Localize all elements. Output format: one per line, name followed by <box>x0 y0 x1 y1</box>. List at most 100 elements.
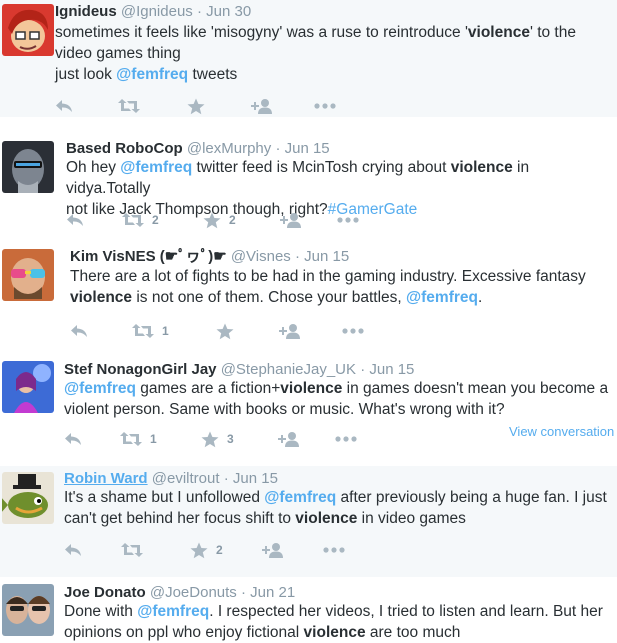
retweet-icon <box>121 542 143 558</box>
keyword-violence: violence <box>70 289 133 306</box>
retweet-button[interactable] <box>121 541 143 559</box>
reply-button[interactable] <box>66 211 84 229</box>
reply-button[interactable] <box>64 541 82 559</box>
tweet-joe-donato: Joe Donato @JoeDonuts · Jun 21 Done with… <box>0 577 617 641</box>
keyword-violence: violence <box>467 24 530 41</box>
user-handle[interactable]: @Ignideus <box>121 3 193 20</box>
user-name[interactable]: Based RoboCop <box>66 140 183 157</box>
tweet-date[interactable]: Jun 15 <box>285 140 330 157</box>
text-segment: violent person. Same with books or music… <box>64 401 505 418</box>
follow-button[interactable] <box>261 541 283 559</box>
reply-button[interactable] <box>55 97 73 115</box>
user-handle[interactable]: @eviltrout <box>152 470 220 487</box>
keyword-violence: violence <box>303 624 366 641</box>
tweet-date[interactable]: Jun 15 <box>304 248 349 265</box>
retweets-count: 1 <box>150 432 157 446</box>
follow-button[interactable] <box>277 430 299 448</box>
keyword-violence: violence <box>280 380 343 397</box>
follow-button[interactable] <box>279 211 301 229</box>
tweet-date[interactable]: Jun 30 <box>206 3 251 20</box>
mention-link[interactable]: @femfreq <box>264 489 336 506</box>
mention-link[interactable]: @femfreq <box>120 159 192 176</box>
user-name[interactable]: Kim VisNES (☛ﾟヮﾟ)☛ <box>70 248 227 265</box>
reply-button[interactable] <box>70 322 88 340</box>
separator-dot: · <box>240 584 246 601</box>
user-name[interactable]: Joe Donato <box>64 584 146 601</box>
mention-link[interactable]: @femfreq <box>137 603 209 620</box>
avatar-ignideus[interactable] <box>2 4 54 56</box>
mention-link[interactable]: @femfreq <box>116 66 188 83</box>
tweet-text-line: Done with @femfreq. I respected her vide… <box>64 601 617 622</box>
retweet-button[interactable] <box>118 97 140 115</box>
more-icon <box>342 328 364 334</box>
follow-icon <box>250 98 272 114</box>
user-name[interactable]: Robin Ward <box>64 470 148 487</box>
retweet-button[interactable]: 1 <box>120 430 157 448</box>
tweet-text: It's a shame but I unfollowed @femfreq a… <box>64 487 617 529</box>
separator-dot: · <box>360 361 366 378</box>
follow-button[interactable] <box>278 322 300 340</box>
tweet-text: Done with @femfreq. I respected her vide… <box>64 601 617 643</box>
user-handle[interactable]: @StephanieJay_UK <box>221 361 356 378</box>
tweet-header: Kim VisNES (☛ﾟヮﾟ)☛ @Visnes · Jun 15 <box>70 248 349 266</box>
like-button[interactable]: 3 <box>201 430 234 448</box>
tweet-date[interactable]: Jun 21 <box>250 584 295 601</box>
tweet-date[interactable]: Jun 15 <box>233 470 278 487</box>
tweet-text-line: video games thing <box>55 43 615 64</box>
text-segment: Oh hey <box>66 159 121 176</box>
retweets-count: 1 <box>162 324 169 338</box>
follow-button[interactable] <box>250 97 272 115</box>
reply-icon <box>66 212 84 228</box>
tweet-text-line: @femfreq games are a fiction+violence in… <box>64 378 617 399</box>
like-icon <box>187 98 205 115</box>
follow-icon <box>261 542 283 558</box>
mention-link[interactable]: @femfreq <box>406 289 478 306</box>
tweet-text-line: just look @femfreq tweets <box>55 64 615 85</box>
avatar-joe-donato[interactable] <box>2 584 54 636</box>
like-icon <box>203 212 221 229</box>
retweet-button[interactable]: 1 <box>132 322 169 340</box>
tweet-header: Based RoboCop @lexMurphy · Jun 15 <box>66 140 330 158</box>
retweet-button[interactable]: 2 <box>122 211 159 229</box>
like-button[interactable] <box>216 322 234 340</box>
text-segment: video games thing <box>55 45 181 62</box>
avatar-kim-visnes[interactable] <box>2 249 54 301</box>
keyword-violence: violence <box>295 510 358 527</box>
follow-icon <box>278 323 300 339</box>
like-icon <box>201 431 219 448</box>
more-button[interactable] <box>335 430 357 448</box>
more-icon <box>323 547 345 553</box>
reply-button[interactable] <box>64 430 82 448</box>
tweet-header: Stef NonagonGirl Jay @StephanieJay_UK · … <box>64 361 414 379</box>
more-button[interactable] <box>337 211 359 229</box>
text-segment: just look <box>55 66 117 83</box>
like-button[interactable]: 2 <box>203 211 236 229</box>
tweet-text-line: violent person. Same with books or music… <box>64 399 617 420</box>
avatar-stef-nonagongirl-jay[interactable] <box>2 361 54 413</box>
avatar-based-robocop[interactable] <box>2 141 54 193</box>
more-button[interactable] <box>314 97 336 115</box>
text-segment: Done with <box>64 603 138 620</box>
more-button[interactable] <box>342 322 364 340</box>
retweets-count: 2 <box>152 213 159 227</box>
user-handle[interactable]: @Visnes <box>231 248 291 265</box>
user-handle[interactable]: @lexMurphy <box>187 140 271 157</box>
more-icon <box>335 436 357 442</box>
like-button[interactable] <box>187 97 205 115</box>
retweet-icon <box>118 98 140 114</box>
avatar-robin-ward[interactable] <box>2 472 54 524</box>
like-button[interactable]: 2 <box>190 541 223 559</box>
reply-icon <box>55 98 73 114</box>
view-conversation-link[interactable]: View conversation <box>509 424 614 439</box>
user-name[interactable]: Stef NonagonGirl Jay <box>64 361 217 378</box>
tweet-text-line: opinions on ppl who enjoy fictional viol… <box>64 622 617 643</box>
tweet-date[interactable]: Jun 15 <box>369 361 414 378</box>
user-handle[interactable]: @JoeDonuts <box>150 584 237 601</box>
reply-icon <box>64 542 82 558</box>
tweet-ignideus: Ignideus @Ignideus · Jun 30 sometimes it… <box>0 0 617 117</box>
more-button[interactable] <box>323 541 345 559</box>
mention-link[interactable]: @femfreq <box>64 380 136 397</box>
tweet-robin-ward: Robin Ward @eviltrout · Jun 15 It's a sh… <box>0 466 617 577</box>
separator-dot: · <box>275 140 281 157</box>
user-name[interactable]: Ignideus <box>55 3 117 20</box>
